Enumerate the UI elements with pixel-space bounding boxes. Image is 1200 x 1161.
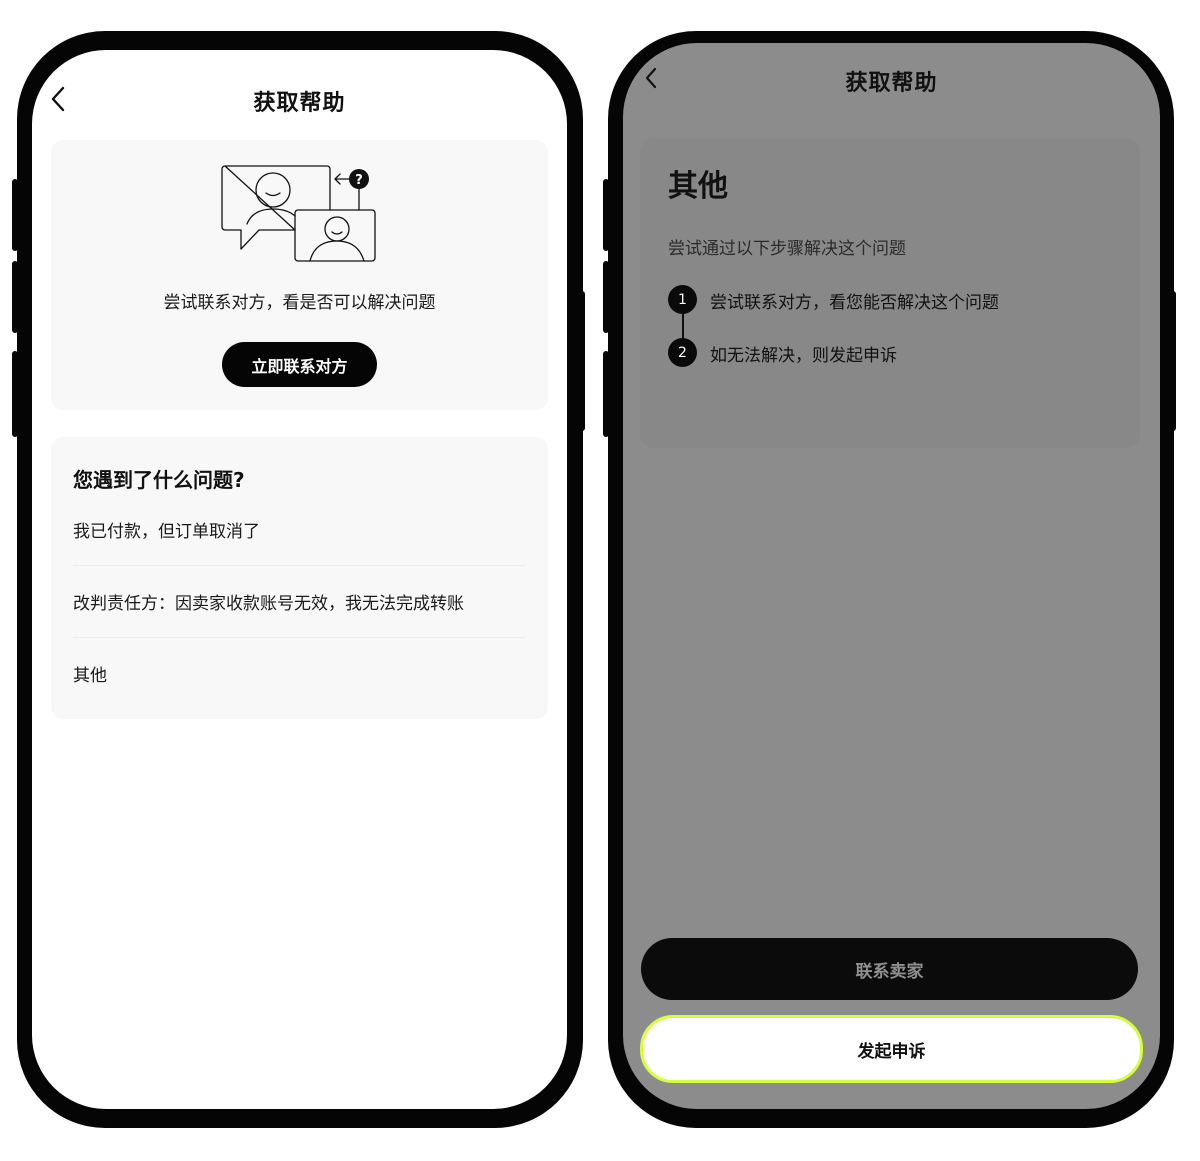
contact-card: ? 尝试联系对方，看是否可以解决问题 立即联系对方 — [51, 140, 548, 410]
power-button — [579, 291, 585, 431]
svg-text:?: ? — [355, 173, 363, 188]
step-number-badge: 2 — [668, 338, 697, 367]
side-button — [603, 179, 609, 251]
phone-frame-left: 获取帮助 ? 尝试联系对方，看是否可以解决问题 立即联系对方 您遇到了什么问题?… — [12, 31, 585, 1128]
problem-title: 您遇到了什么问题? — [73, 468, 245, 492]
step-text: 如无法解决，则发起申诉 — [710, 346, 897, 366]
page-title: 获取帮助 — [845, 71, 938, 96]
problem-card: 您遇到了什么问题? 我已付款，但订单取消了 改判责任方：因卖家收款账号无效，我无… — [51, 437, 548, 719]
contact-seller-button[interactable]: 联系卖家 — [641, 938, 1138, 1000]
nav-bar: 获取帮助 — [32, 78, 567, 128]
sheet-subtitle: 尝试通过以下步骤解决这个问题 — [668, 239, 906, 259]
phone-frame-right: 获取帮助 其他 尝试通过以下步骤解决这个问题 1 尝试联系对方，看您能否解决这个… — [603, 31, 1176, 1128]
page-title: 获取帮助 — [253, 91, 346, 116]
list-item[interactable]: 改判责任方：因卖家收款账号无效，我无法完成转账 — [73, 565, 525, 637]
list-item-label: 其他 — [73, 665, 107, 686]
appeal-button[interactable]: 发起申诉 — [640, 1015, 1143, 1083]
contact-hint: 尝试联系对方，看是否可以解决问题 — [163, 293, 436, 313]
side-button — [12, 351, 18, 437]
video-chat-help-icon: ? — [219, 162, 379, 264]
screen-other-sheet: 获取帮助 其他 尝试通过以下步骤解决这个问题 1 尝试联系对方，看您能否解决这个… — [623, 43, 1160, 1109]
side-button — [12, 179, 18, 251]
contact-counterparty-button[interactable]: 立即联系对方 — [222, 342, 377, 387]
step-text: 尝试联系对方，看您能否解决这个问题 — [710, 293, 999, 313]
step-number-badge: 1 — [668, 285, 697, 314]
sheet-title: 其他 — [668, 169, 728, 204]
list-item[interactable]: 我已付款，但订单取消了 — [73, 493, 525, 565]
list-item-label: 改判责任方：因卖家收款账号无效，我无法完成转账 — [73, 593, 464, 614]
nav-bar: 获取帮助 — [623, 59, 1160, 109]
list-item[interactable]: 其他 — [73, 637, 525, 709]
side-button — [12, 261, 18, 333]
side-button — [603, 351, 609, 437]
power-button — [1170, 291, 1176, 431]
screen-get-help: 获取帮助 ? 尝试联系对方，看是否可以解决问题 立即联系对方 您遇到了什么问题?… — [32, 50, 567, 1109]
side-button — [603, 261, 609, 333]
list-item-label: 我已付款，但订单取消了 — [73, 521, 260, 542]
